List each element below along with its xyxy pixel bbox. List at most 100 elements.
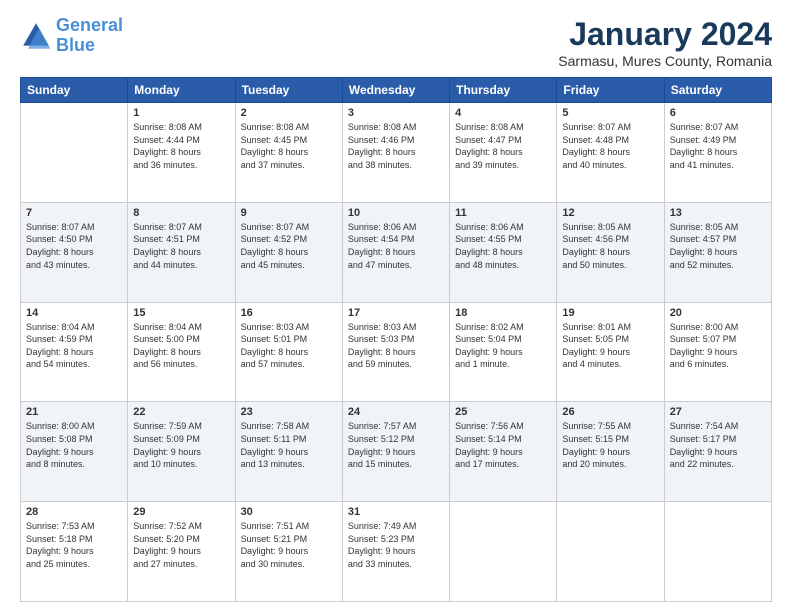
calendar-week-row: 21 Sunrise: 8:00 AM Sunset: 5:08 PM Dayli… [21,402,772,502]
logo: General Blue [20,16,123,56]
day-info: Sunrise: 8:04 AM Sunset: 5:00 PM Dayligh… [133,321,229,371]
day-info: Sunrise: 8:00 AM Sunset: 5:08 PM Dayligh… [26,420,122,470]
calendar-cell [450,502,557,602]
day-header-saturday: Saturday [664,78,771,103]
calendar-cell: 8 Sunrise: 8:07 AM Sunset: 4:51 PM Daylig… [128,202,235,302]
day-info: Sunrise: 7:55 AM Sunset: 5:15 PM Dayligh… [562,420,658,470]
day-info: Sunrise: 7:53 AM Sunset: 5:18 PM Dayligh… [26,520,122,570]
calendar-cell: 16 Sunrise: 8:03 AM Sunset: 5:01 PM Dayli… [235,302,342,402]
calendar-cell: 23Sunrise: 7:58 AM Sunset: 5:11 PM Dayli… [235,402,342,502]
day-info: Sunrise: 8:03 AM Sunset: 5:01 PM Dayligh… [241,321,337,371]
day-header-tuesday: Tuesday [235,78,342,103]
logo-text: General Blue [56,16,123,56]
calendar-cell: 26 Sunrise: 7:55 AM Sunset: 5:15 PM Dayli… [557,402,664,502]
calendar-week-row: 28 Sunrise: 7:53 AM Sunset: 5:18 PM Dayli… [21,502,772,602]
day-info: Sunrise: 7:54 AM Sunset: 5:17 PM Dayligh… [670,420,766,470]
day-number: 25 [455,406,551,418]
day-info: Sunrise: 8:06 AM Sunset: 4:54 PM Dayligh… [348,221,444,271]
day-info: Sunrise: 7:56 AM Sunset: 5:14 PM Dayligh… [455,420,551,470]
calendar-cell: 13 Sunrise: 8:05 AM Sunset: 4:57 PM Dayli… [664,202,771,302]
day-number: 31 [348,506,444,518]
page: General Blue January 2024 Sarmasu, Mures… [0,0,792,612]
calendar-cell [21,103,128,203]
day-number: 9 [241,207,337,219]
calendar-cell: 28 Sunrise: 7:53 AM Sunset: 5:18 PM Dayli… [21,502,128,602]
day-number: 14 [26,307,122,319]
day-number: 1 [133,107,229,119]
day-info: Sunrise: 8:05 AM Sunset: 4:56 PM Dayligh… [562,221,658,271]
calendar-cell: 30Sunrise: 7:51 AM Sunset: 5:21 PM Dayli… [235,502,342,602]
day-header-thursday: Thursday [450,78,557,103]
day-number: 30 [241,506,337,518]
calendar-cell: 29 Sunrise: 7:52 AM Sunset: 5:20 PM Dayli… [128,502,235,602]
calendar-cell: 6Sunrise: 8:07 AM Sunset: 4:49 PM Daylig… [664,103,771,203]
calendar-cell: 25 Sunrise: 7:56 AM Sunset: 5:14 PM Dayli… [450,402,557,502]
calendar-cell: 14 Sunrise: 8:04 AM Sunset: 4:59 PM Dayli… [21,302,128,402]
day-number: 20 [670,307,766,319]
calendar-cell: 2 Sunrise: 8:08 AM Sunset: 4:45 PM Daylig… [235,103,342,203]
calendar-cell: 3Sunrise: 8:08 AM Sunset: 4:46 PM Daylig… [342,103,449,203]
day-info: Sunrise: 8:07 AM Sunset: 4:51 PM Dayligh… [133,221,229,271]
logo-icon [20,20,52,52]
calendar-cell: 11 Sunrise: 8:06 AM Sunset: 4:55 PM Dayli… [450,202,557,302]
day-number: 29 [133,506,229,518]
day-info: Sunrise: 8:00 AM Sunset: 5:07 PM Dayligh… [670,321,766,371]
day-header-monday: Monday [128,78,235,103]
day-info: Sunrise: 8:07 AM Sunset: 4:52 PM Dayligh… [241,221,337,271]
day-number: 22 [133,406,229,418]
day-number: 4 [455,107,551,119]
day-number: 17 [348,307,444,319]
day-number: 27 [670,406,766,418]
day-info: Sunrise: 8:07 AM Sunset: 4:50 PM Dayligh… [26,221,122,271]
day-number: 24 [348,406,444,418]
day-number: 13 [670,207,766,219]
day-number: 2 [241,107,337,119]
day-info: Sunrise: 8:08 AM Sunset: 4:45 PM Dayligh… [241,121,337,171]
day-info: Sunrise: 8:04 AM Sunset: 4:59 PM Dayligh… [26,321,122,371]
calendar-cell: 7 Sunrise: 8:07 AM Sunset: 4:50 PM Daylig… [21,202,128,302]
day-info: Sunrise: 8:06 AM Sunset: 4:55 PM Dayligh… [455,221,551,271]
day-header-wednesday: Wednesday [342,78,449,103]
day-info: Sunrise: 8:07 AM Sunset: 4:49 PM Dayligh… [670,121,766,171]
day-info: Sunrise: 8:08 AM Sunset: 4:47 PM Dayligh… [455,121,551,171]
calendar-cell: 21 Sunrise: 8:00 AM Sunset: 5:08 PM Dayli… [21,402,128,502]
day-number: 15 [133,307,229,319]
day-number: 16 [241,307,337,319]
calendar-cell: 1 Sunrise: 8:08 AM Sunset: 4:44 PM Daylig… [128,103,235,203]
day-number: 8 [133,207,229,219]
day-info: Sunrise: 7:52 AM Sunset: 5:20 PM Dayligh… [133,520,229,570]
calendar-week-row: 7 Sunrise: 8:07 AM Sunset: 4:50 PM Daylig… [21,202,772,302]
day-number: 5 [562,107,658,119]
day-number: 28 [26,506,122,518]
day-number: 11 [455,207,551,219]
calendar-cell: 20 Sunrise: 8:00 AM Sunset: 5:07 PM Dayli… [664,302,771,402]
calendar-cell: 31Sunrise: 7:49 AM Sunset: 5:23 PM Dayli… [342,502,449,602]
day-header-friday: Friday [557,78,664,103]
day-info: Sunrise: 8:05 AM Sunset: 4:57 PM Dayligh… [670,221,766,271]
subtitle: Sarmasu, Mures County, Romania [558,53,772,69]
day-number: 21 [26,406,122,418]
calendar-cell: 27 Sunrise: 7:54 AM Sunset: 5:17 PM Dayli… [664,402,771,502]
main-title: January 2024 [558,16,772,53]
calendar-table: SundayMondayTuesdayWednesdayThursdayFrid… [20,77,772,602]
day-number: 18 [455,307,551,319]
day-info: Sunrise: 8:02 AM Sunset: 5:04 PM Dayligh… [455,321,551,371]
day-number: 10 [348,207,444,219]
day-number: 19 [562,307,658,319]
day-info: Sunrise: 7:57 AM Sunset: 5:12 PM Dayligh… [348,420,444,470]
calendar-cell: 9 Sunrise: 8:07 AM Sunset: 4:52 PM Daylig… [235,202,342,302]
calendar-header-row: SundayMondayTuesdayWednesdayThursdayFrid… [21,78,772,103]
day-info: Sunrise: 8:03 AM Sunset: 5:03 PM Dayligh… [348,321,444,371]
calendar-cell: 4 Sunrise: 8:08 AM Sunset: 4:47 PM Daylig… [450,103,557,203]
calendar-week-row: 14 Sunrise: 8:04 AM Sunset: 4:59 PM Dayli… [21,302,772,402]
calendar-cell [664,502,771,602]
calendar-cell: 22Sunrise: 7:59 AM Sunset: 5:09 PM Dayli… [128,402,235,502]
calendar-cell: 15 Sunrise: 8:04 AM Sunset: 5:00 PM Dayli… [128,302,235,402]
day-number: 26 [562,406,658,418]
calendar-cell [557,502,664,602]
day-info: Sunrise: 8:01 AM Sunset: 5:05 PM Dayligh… [562,321,658,371]
calendar-cell: 19 Sunrise: 8:01 AM Sunset: 5:05 PM Dayli… [557,302,664,402]
day-number: 7 [26,207,122,219]
day-info: Sunrise: 8:08 AM Sunset: 4:46 PM Dayligh… [348,121,444,171]
day-info: Sunrise: 8:08 AM Sunset: 4:44 PM Dayligh… [133,121,229,171]
